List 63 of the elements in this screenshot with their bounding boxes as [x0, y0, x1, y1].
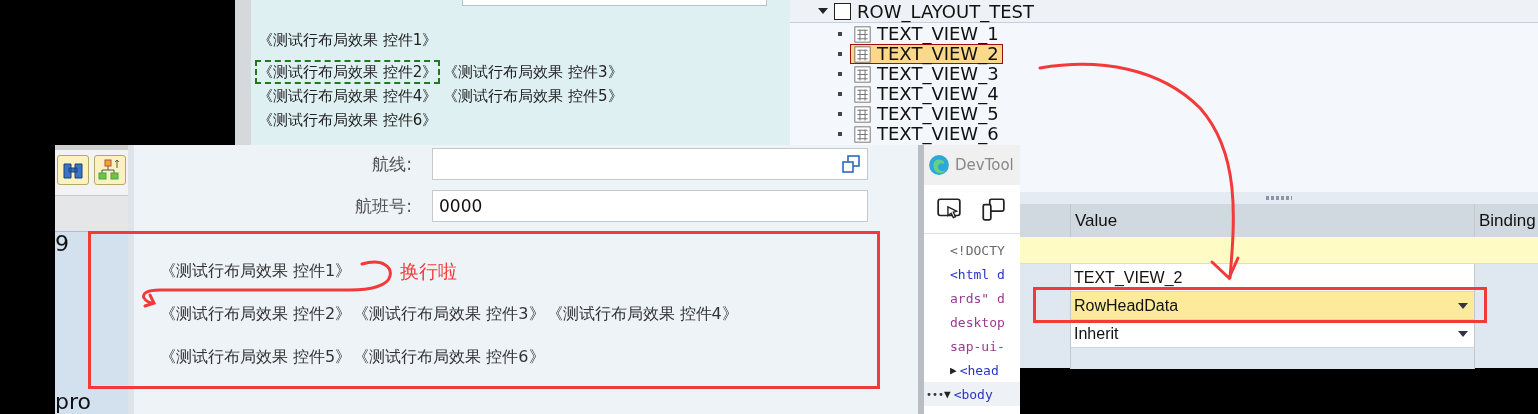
device-icon[interactable] [980, 196, 1006, 222]
tree-item[interactable]: TEXT_VIEW_4 [850, 84, 1003, 104]
preview-control[interactable]: 《测试行布局效果 控件3》 [440, 60, 626, 84]
caret-icon [1458, 302, 1468, 309]
input-field[interactable]: 0000 [432, 190, 868, 222]
grid-icon [854, 105, 871, 123]
devtools-title: DevTool [955, 156, 1014, 174]
layout-control-text: 《测试行布局效果 控件1》 [160, 261, 352, 282]
layout-control-text: 《测试行布局效果 控件3》 [353, 304, 545, 325]
preview-control[interactable]: 《测试行布局效果 控件6》 [255, 108, 441, 132]
input-field[interactable] [462, 0, 767, 6]
bullet-icon [838, 112, 842, 116]
code-text: <html d [950, 266, 1005, 282]
code-text: ards" d [950, 290, 1005, 306]
preview-control[interactable]: 《测试行布局效果 控件1》 [255, 28, 441, 52]
tree-item[interactable]: TEXT_VIEW_5 [850, 104, 1003, 124]
more-icon-text[interactable]: ••• [926, 388, 945, 400]
grid-icon [854, 65, 871, 83]
code-text: desktop [950, 314, 1005, 330]
annotation-text: 换行啦 [400, 259, 457, 284]
preview-control[interactable]: 《测试行布局效果 控件2》 [255, 60, 441, 84]
tree-item[interactable]: TEXT_VIEW_1 [850, 24, 1003, 44]
field-label: 航线: [371, 152, 413, 176]
toggle-arrow[interactable]: ▼ [944, 387, 951, 401]
bullet-icon [838, 132, 842, 136]
grid-icon [854, 25, 871, 43]
caret-icon [1458, 330, 1468, 337]
checkbox[interactable] [834, 2, 851, 20]
hierarchy-icon [98, 158, 122, 182]
list-text: pro [55, 390, 92, 414]
binoculars-button[interactable] [57, 155, 89, 185]
list-text: 9 [55, 232, 70, 256]
code-text: sap-ui- [950, 338, 1005, 354]
code-text: <!DOCTY [950, 242, 1005, 258]
grid-icon [854, 85, 871, 103]
layout-control-text: 《测试行布局效果 控件5》 [160, 347, 352, 368]
bullet-icon [838, 92, 842, 96]
bullet-icon [838, 52, 842, 56]
preview-control[interactable]: 《测试行布局效果 控件4》 [255, 84, 441, 108]
preview-control[interactable]: 《测试行布局效果 控件5》 [440, 84, 626, 108]
table-cell: TEXT_VIEW_2 [1071, 264, 1475, 292]
bullet-icon [838, 72, 842, 76]
input-field[interactable] [432, 148, 868, 180]
bullet-icon [838, 32, 842, 36]
splitter-handle[interactable] [1266, 196, 1292, 200]
layout-control-text: 《测试行布局效果 控件6》 [353, 347, 545, 368]
layout-control-text: 《测试行布局效果 控件2》 [160, 304, 352, 325]
layout-control-text: 《测试行布局效果 控件4》 [546, 304, 738, 325]
tree-item[interactable]: TEXT_VIEW_6 [850, 124, 1003, 144]
hierarchy-button[interactable] [94, 155, 126, 185]
field-label: 航班号: [354, 194, 413, 218]
value-help-icon[interactable] [841, 154, 861, 174]
toggle-arrow[interactable]: ▶ [950, 363, 957, 377]
collapse-arrow-icon[interactable] [818, 6, 828, 16]
grid-icon [854, 125, 871, 143]
code-text: <head [959, 362, 999, 378]
dropdown-field[interactable]: RowHeadData [1071, 292, 1475, 320]
tree-item[interactable]: TEXT_VIEW_3 [850, 64, 1003, 84]
grid-icon [854, 45, 871, 63]
column-header: Binding [1478, 209, 1537, 232]
code-text: <body [953, 386, 993, 402]
tree-item[interactable]: TEXT_VIEW_2 [850, 44, 1003, 64]
browser-logo-icon [928, 154, 950, 176]
